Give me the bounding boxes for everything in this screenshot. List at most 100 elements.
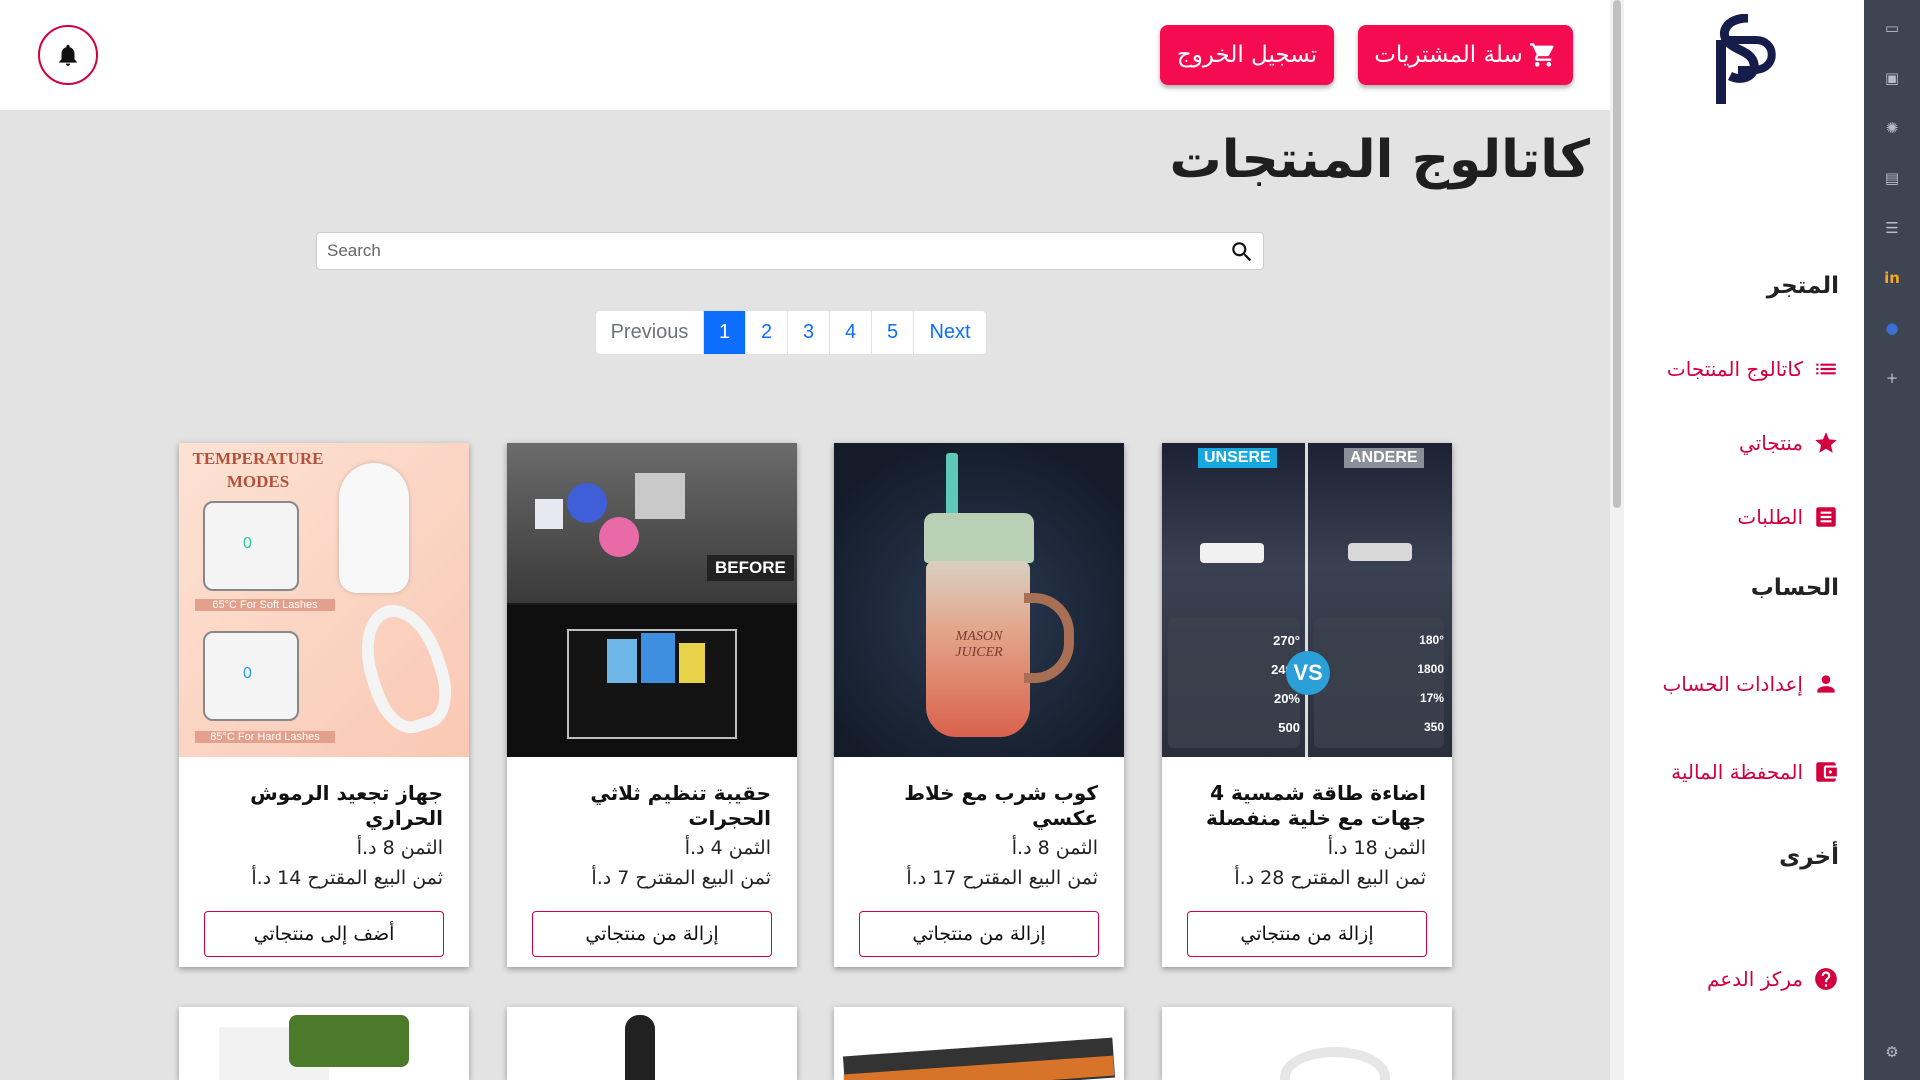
sidebar-item-my-products[interactable]: منتجاتي bbox=[1739, 430, 1839, 456]
stat-value: 20% bbox=[1273, 691, 1300, 706]
product-name[interactable]: كوب شرب مع خلاط عكسي bbox=[858, 781, 1098, 831]
pagination-page-5[interactable]: 5 bbox=[872, 311, 914, 354]
add-icon[interactable]: + bbox=[1880, 366, 1904, 390]
cart-icon bbox=[1529, 43, 1554, 67]
sidebar-item-label: إعدادات الحساب bbox=[1662, 672, 1803, 696]
mode-indicator: 0 bbox=[243, 535, 252, 552]
product-image[interactable]: MASON JUICER bbox=[834, 443, 1124, 757]
bookmark-icon[interactable]: ▤ bbox=[1880, 166, 1904, 190]
product-card[interactable] bbox=[507, 1007, 797, 1080]
wallet-icon bbox=[1816, 762, 1837, 782]
add-to-my-products-button[interactable]: أضف إلى منتجاتي bbox=[204, 911, 444, 957]
remove-from-my-products-button[interactable]: إزالة من منتجاتي bbox=[532, 911, 772, 957]
messenger-icon[interactable]: ● bbox=[1880, 316, 1904, 340]
cart-label: سلة المشتريات bbox=[1374, 42, 1523, 68]
image-label: MASON JUICER bbox=[955, 629, 1003, 660]
product-price: الثمن 18 د.أ bbox=[1327, 837, 1426, 859]
section-store: المتجر bbox=[1766, 273, 1839, 299]
pagination-page-4[interactable]: 4 bbox=[830, 311, 872, 354]
product-price: الثمن 4 د.أ bbox=[684, 837, 771, 859]
image-label: UNSERE bbox=[1198, 448, 1277, 468]
notifications-button[interactable] bbox=[38, 25, 98, 85]
product-name[interactable]: جهاز تجعيد الرموش الحراري bbox=[203, 781, 443, 831]
cart-button[interactable]: سلة المشتريات bbox=[1358, 25, 1573, 85]
product-suggested-price: ثمن البيع المقترح 28 د.أ bbox=[1234, 867, 1426, 889]
stat-value: 500 bbox=[1278, 720, 1300, 735]
pagination-page-2[interactable]: 2 bbox=[746, 311, 788, 354]
pagination-next[interactable]: Next bbox=[914, 311, 986, 354]
search-bar[interactable] bbox=[316, 232, 1264, 270]
product-suggested-price: ثمن البيع المقترح 14 د.أ bbox=[251, 867, 443, 889]
remove-from-my-products-button[interactable]: إزالة من منتجاتي bbox=[859, 911, 1099, 957]
sidebar-item-orders[interactable]: الطلبات bbox=[1737, 504, 1839, 530]
reader-icon[interactable]: ☰ bbox=[1880, 216, 1904, 240]
stat-value: 270° bbox=[1273, 633, 1300, 648]
stat-value: 1800 bbox=[1417, 662, 1444, 676]
list-icon bbox=[1816, 363, 1836, 375]
product-image[interactable]: TEMPERATURE MODES 0 65°C For Soft Lashes… bbox=[179, 443, 469, 757]
product-price: الثمن 8 د.أ bbox=[1011, 837, 1098, 859]
extension-icon[interactable]: in bbox=[1880, 266, 1904, 290]
product-suggested-price: ثمن البيع المقترح 7 د.أ bbox=[591, 867, 771, 889]
product-card: TEMPERATURE MODES 0 65°C For Soft Lashes… bbox=[179, 443, 469, 967]
top-header: تسجيل الخروج سلة المشتريات bbox=[0, 0, 1610, 110]
search-icon[interactable] bbox=[1229, 239, 1255, 265]
section-account: الحساب bbox=[1750, 575, 1839, 601]
sidebar-item-wallet[interactable]: المحفظة المالية bbox=[1671, 759, 1839, 785]
stat-value: 2400 bbox=[1192, 655, 1300, 684]
remove-from-my-products-button[interactable]: إزالة من منتجاتي bbox=[1187, 911, 1427, 957]
scrollbar-thumb[interactable] bbox=[1613, 0, 1621, 508]
help-icon bbox=[1815, 968, 1837, 990]
image-label: 65°C For Soft Lashes bbox=[195, 599, 335, 611]
product-card: UNSERE ANDERE 270° 2400 20% 500 180° 180… bbox=[1162, 443, 1452, 967]
person-icon bbox=[1817, 675, 1835, 693]
bell-icon bbox=[59, 44, 77, 66]
image-label: ANDERE bbox=[1344, 448, 1424, 468]
pagination-page-3[interactable]: 3 bbox=[788, 311, 830, 354]
product-card: BEFORE حقيبة تنظيم ثلاثي الحجرات الثمن 4… bbox=[507, 443, 797, 967]
video-icon[interactable]: ▭ bbox=[1880, 16, 1904, 40]
mode-indicator: 0 bbox=[243, 665, 252, 682]
stat-value: 180° bbox=[1419, 633, 1444, 647]
product-suggested-price: ثمن البيع المقترح 17 د.أ bbox=[906, 867, 1098, 889]
product-card: MASON JUICER كوب شرب مع خلاط عكسي الثمن … bbox=[834, 443, 1124, 967]
sidebar-item-label: الطلبات bbox=[1737, 505, 1803, 529]
sidebar-item-label: المحفظة المالية bbox=[1671, 760, 1803, 784]
browser-sidebar: ▭ ▣ ✺ ▤ ☰ in ● + ⚙ bbox=[1864, 0, 1920, 1080]
app-sidebar: المتجر كاتالوج المنتجات منتجاتي الطلبات … bbox=[1624, 0, 1864, 1080]
receipt-icon bbox=[1816, 507, 1836, 527]
search-input[interactable] bbox=[317, 233, 1263, 269]
image-label: BEFORE bbox=[707, 555, 794, 581]
section-other: أخرى bbox=[1779, 844, 1839, 870]
wallet-icon[interactable]: ▣ bbox=[1880, 66, 1904, 90]
product-card[interactable] bbox=[834, 1007, 1124, 1080]
product-card[interactable] bbox=[179, 1007, 469, 1080]
logout-label: تسجيل الخروج bbox=[1176, 42, 1318, 68]
settings-icon[interactable]: ⚙ bbox=[1880, 1040, 1904, 1064]
star-icon bbox=[1815, 432, 1837, 453]
pagination-page-1[interactable]: 1 bbox=[704, 311, 746, 354]
sidebar-item-label: كاتالوج المنتجات bbox=[1666, 357, 1803, 381]
sidebar-item-label: مركز الدعم bbox=[1706, 967, 1803, 991]
scrollbar[interactable] bbox=[1610, 0, 1624, 1080]
image-label: 85°C For Hard Lashes bbox=[195, 731, 335, 743]
logout-button[interactable]: تسجيل الخروج bbox=[1160, 25, 1334, 85]
page-title: كاتالوج المنتجات bbox=[1169, 130, 1590, 190]
product-name[interactable]: اضاءة طاقة شمسية 4 جهات مع خلية منفصلة bbox=[1186, 781, 1426, 831]
sidebar-item-catalog[interactable]: كاتالوج المنتجات bbox=[1667, 356, 1839, 382]
stat-value: 350 bbox=[1423, 720, 1444, 734]
pagination: Previous 1 2 3 4 5 Next bbox=[595, 310, 987, 355]
product-image[interactable]: UNSERE ANDERE 270° 2400 20% 500 180° 180… bbox=[1162, 443, 1452, 757]
image-label: TEMPERATURE MODES bbox=[192, 449, 324, 491]
pagination-previous[interactable]: Previous bbox=[596, 311, 704, 354]
logo bbox=[1716, 14, 1776, 104]
aria-icon[interactable]: ✺ bbox=[1880, 116, 1904, 140]
sidebar-item-account-settings[interactable]: إعدادات الحساب bbox=[1662, 671, 1839, 697]
product-name[interactable]: حقيبة تنظيم ثلاثي الحجرات bbox=[531, 781, 771, 831]
sidebar-item-label: منتجاتي bbox=[1738, 431, 1803, 455]
sidebar-item-support[interactable]: مركز الدعم bbox=[1707, 966, 1839, 992]
stat-value: 17% bbox=[1419, 691, 1444, 705]
product-image[interactable]: BEFORE bbox=[507, 443, 797, 757]
product-card[interactable] bbox=[1162, 1007, 1452, 1080]
product-price: الثمن 8 د.أ bbox=[356, 837, 443, 859]
